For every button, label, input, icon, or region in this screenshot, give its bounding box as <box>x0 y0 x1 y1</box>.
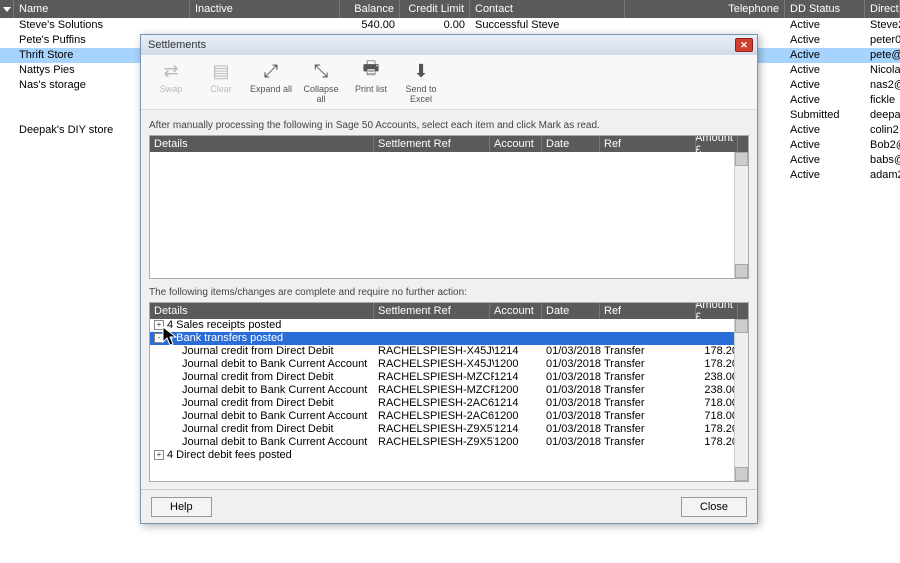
col-inactive[interactable]: Inactive <box>190 0 340 18</box>
print-button[interactable]: 🖶 Print list <box>349 59 393 105</box>
modal-titlebar[interactable]: Settlements ✕ <box>141 35 757 55</box>
col-ddstatus[interactable]: DD Status <box>785 0 865 18</box>
upper-scrollbar[interactable] <box>734 152 748 278</box>
col-balance[interactable]: Balance <box>340 0 400 18</box>
window-close-button[interactable]: ✕ <box>735 38 753 52</box>
tree-detail-row[interactable]: Journal credit from Direct DebitRACHELSP… <box>150 423 748 436</box>
lower-grid: Details Settlement Ref Account Date Ref … <box>149 302 749 482</box>
tree-group-row[interactable]: +4 Sales receipts posted <box>150 319 748 332</box>
expand-icon: ⤢ <box>249 59 293 83</box>
upper-info-text: After manually processing the following … <box>149 120 749 131</box>
tree-detail-row[interactable]: Journal credit from Direct DebitRACHELSP… <box>150 397 748 410</box>
expand-label: Expand all <box>249 85 293 95</box>
col-name[interactable]: Name <box>14 0 190 18</box>
tree-toggle-icon[interactable]: + <box>154 320 164 330</box>
col-ref[interactable]: Ref <box>600 136 696 152</box>
col-details[interactable]: Details <box>150 136 374 152</box>
modal-title: Settlements <box>145 39 735 51</box>
bg-column-headers: Name Inactive Balance Credit Limit Conta… <box>0 0 900 18</box>
bg-table-row[interactable]: Steve's Solutions540.000.00Successful St… <box>0 18 900 33</box>
collapse-icon: ⤡ <box>299 59 343 83</box>
swap-button: ⇄ Swap <box>149 59 193 105</box>
tree-toggle-icon[interactable]: + <box>154 450 164 460</box>
toolbar: ⇄ Swap ▤ Clear ⤢ Expand all ⤡ Collapse a… <box>141 55 757 110</box>
collapse-label: Collapse all <box>299 85 343 105</box>
lower-tree[interactable]: +4 Sales receipts posted-4 Bank transfer… <box>150 319 748 462</box>
lower-info-text: The following items/changes are complete… <box>149 287 749 298</box>
expand-all-button[interactable]: ⤢ Expand all <box>249 59 293 105</box>
col-contact[interactable]: Contact <box>470 0 625 18</box>
send-to-excel-button[interactable]: ⬇ Send to Excel <box>399 59 443 105</box>
clear-button: ▤ Clear <box>199 59 243 105</box>
col-creditlimit[interactable]: Credit Limit <box>400 0 470 18</box>
tree-detail-row[interactable]: Journal credit from Direct DebitRACHELSP… <box>150 371 748 384</box>
tree-toggle-icon[interactable]: - <box>154 333 164 343</box>
col-telephone[interactable]: Telephone <box>625 0 785 18</box>
col-amount2[interactable]: Amount £ <box>696 303 738 319</box>
col-settlement[interactable]: Settlement Ref <box>374 136 490 152</box>
col-ref2[interactable]: Ref <box>600 303 696 319</box>
swap-icon: ⇄ <box>149 59 193 83</box>
col-amount[interactable]: Amount £ <box>696 136 738 152</box>
col-account[interactable]: Account <box>490 136 542 152</box>
swap-label: Swap <box>149 85 193 95</box>
col-settlement2[interactable]: Settlement Ref <box>374 303 490 319</box>
lower-scrollbar[interactable] <box>734 319 748 481</box>
col-details2[interactable]: Details <box>150 303 374 319</box>
excel-icon: ⬇ <box>399 59 443 83</box>
col-date2[interactable]: Date <box>542 303 600 319</box>
clear-label: Clear <box>199 85 243 95</box>
clear-icon: ▤ <box>199 59 243 83</box>
tree-group-row[interactable]: -4 Bank transfers posted <box>150 332 748 345</box>
collapse-all-button[interactable]: ⤡ Collapse all <box>299 59 343 105</box>
tree-detail-row[interactable]: Journal debit to Bank Current AccountRAC… <box>150 384 748 397</box>
print-label: Print list <box>349 85 393 95</box>
upper-grid: Details Settlement Ref Account Date Ref … <box>149 135 749 279</box>
help-button[interactable]: Help <box>151 497 212 517</box>
settlements-modal: Settlements ✕ ⇄ Swap ▤ Clear ⤢ Expand al… <box>140 34 758 524</box>
col-date[interactable]: Date <box>542 136 600 152</box>
modal-footer: Help Close <box>141 489 757 523</box>
tree-detail-row[interactable]: Journal credit from Direct DebitRACHELSP… <box>150 345 748 358</box>
tree-detail-row[interactable]: Journal debit to Bank Current AccountRAC… <box>150 436 748 449</box>
excel-label: Send to Excel <box>399 85 443 105</box>
close-button[interactable]: Close <box>681 497 747 517</box>
tree-detail-row[interactable]: Journal debit to Bank Current AccountRAC… <box>150 358 748 371</box>
col-account2[interactable]: Account <box>490 303 542 319</box>
expand-toggle-header[interactable] <box>0 0 14 18</box>
col-direct[interactable]: Direct <box>865 0 900 18</box>
tree-group-row[interactable]: +4 Direct debit fees posted <box>150 449 748 462</box>
print-icon: 🖶 <box>349 59 393 83</box>
tree-detail-row[interactable]: Journal debit to Bank Current AccountRAC… <box>150 410 748 423</box>
